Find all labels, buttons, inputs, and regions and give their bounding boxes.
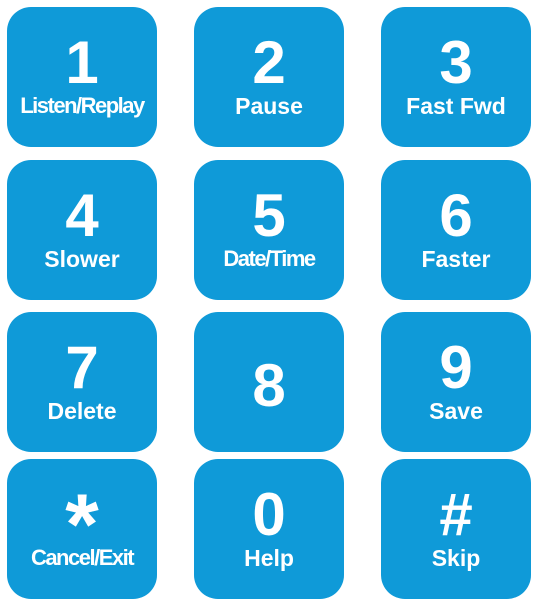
- key-4-slower[interactable]: 4 Slower: [7, 160, 157, 300]
- key-2-pause[interactable]: 2 Pause: [194, 7, 344, 147]
- key-digit: 6: [439, 182, 473, 249]
- phone-keypad: 1 Listen/Replay 2 Pause 3 Fast Fwd 4 Slo…: [0, 0, 535, 599]
- key-digit: 1: [65, 29, 99, 96]
- key-label: Faster: [421, 246, 491, 272]
- key-7-delete[interactable]: 7 Delete: [7, 312, 157, 452]
- key-label: Help: [244, 545, 294, 571]
- key-5-date-time[interactable]: 5 Date/Time: [194, 160, 344, 300]
- key-label: Delete: [47, 398, 117, 424]
- key-digit: 3: [439, 29, 473, 96]
- key-star-cancel-exit[interactable]: * Cancel/Exit: [7, 459, 157, 599]
- key-label: Skip: [431, 545, 481, 571]
- key-digit: 4: [65, 182, 99, 249]
- key-label: Cancel/Exit: [30, 545, 135, 570]
- key-label: Save: [429, 398, 483, 424]
- key-label: Date/Time: [223, 246, 316, 271]
- key-1-listen-replay[interactable]: 1 Listen/Replay: [7, 7, 157, 147]
- key-label: Slower: [44, 246, 120, 272]
- key-digit: 7: [65, 334, 99, 401]
- key-3-fast-fwd[interactable]: 3 Fast Fwd: [381, 7, 531, 147]
- hash-icon: #: [439, 481, 473, 548]
- key-label: Fast Fwd: [406, 93, 506, 119]
- key-8[interactable]: 8: [194, 312, 344, 452]
- key-digit: 0: [252, 481, 286, 548]
- key-0-help[interactable]: 0 Help: [194, 459, 344, 599]
- key-digit: 8: [252, 352, 286, 419]
- key-digit: 5: [252, 182, 286, 249]
- key-digit: 9: [439, 334, 473, 401]
- key-6-faster[interactable]: 6 Faster: [381, 160, 531, 300]
- key-9-save[interactable]: 9 Save: [381, 312, 531, 452]
- key-label: Pause: [235, 93, 303, 119]
- key-hash-skip[interactable]: # Skip: [381, 459, 531, 599]
- key-label: Listen/Replay: [20, 93, 145, 118]
- key-digit: 2: [252, 29, 286, 96]
